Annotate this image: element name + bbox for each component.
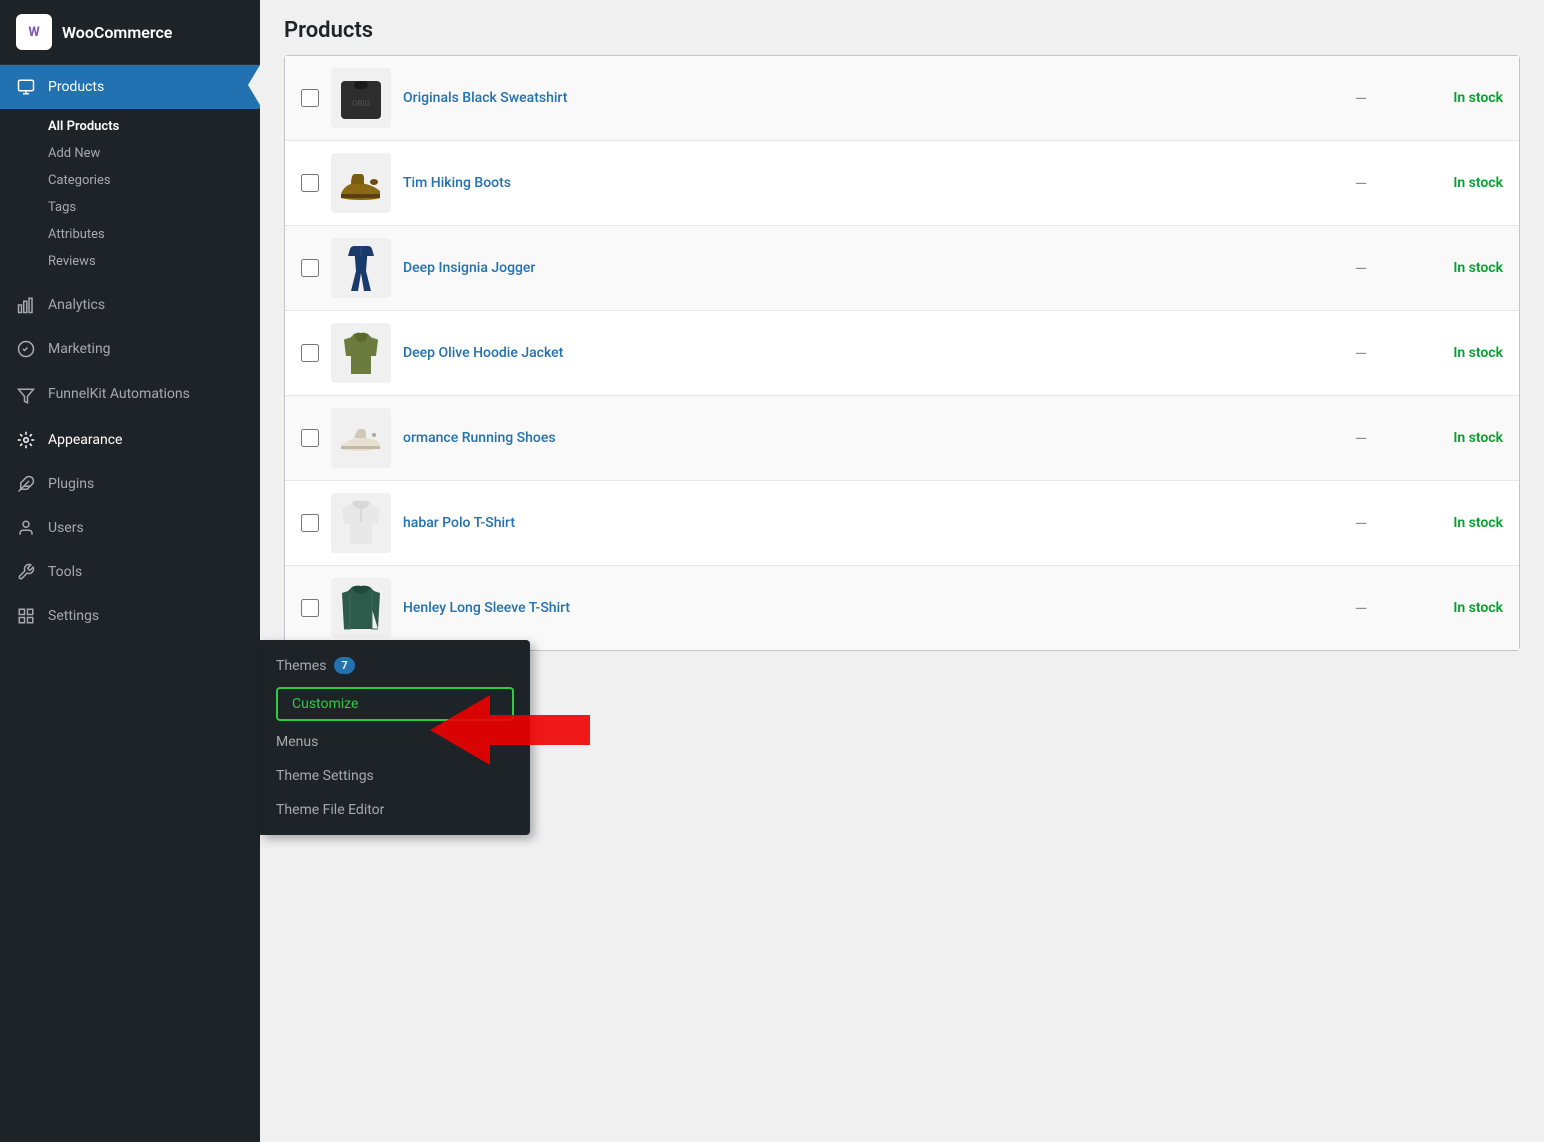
themes-label: Themes xyxy=(276,658,326,674)
sidebar-sub-add-new[interactable]: Add New xyxy=(0,140,260,167)
red-arrow-indicator xyxy=(430,695,590,769)
product-status-6: In stock xyxy=(1403,515,1503,531)
product-price-3: — xyxy=(1331,259,1391,278)
product-checkbox-2[interactable] xyxy=(301,174,319,192)
sidebar-item-funnelkit[interactable]: FunnelKit Automations xyxy=(0,371,260,418)
plugins-icon xyxy=(16,474,36,494)
sidebar-sub-all-products[interactable]: All Products xyxy=(0,113,260,140)
sidebar-analytics-label: Analytics xyxy=(48,297,105,313)
appearance-icon xyxy=(16,430,36,450)
product-status-3: In stock xyxy=(1403,260,1503,276)
sidebar-item-settings[interactable]: Settings xyxy=(0,594,260,638)
funnelkit-icon xyxy=(16,386,36,406)
sidebar-logo[interactable]: W WooCommerce xyxy=(0,0,260,65)
product-checkbox-6[interactable] xyxy=(301,514,319,532)
table-row: Deep Insignia Jogger — In stock xyxy=(285,226,1519,311)
product-image-2 xyxy=(331,153,391,213)
product-checkbox-5[interactable] xyxy=(301,429,319,447)
product-status-1: In stock xyxy=(1403,90,1503,106)
product-price-4: — xyxy=(1331,344,1391,363)
sidebar-users-label: Users xyxy=(48,520,84,536)
products-table: ORIG Originals Black Sweatshirt — In sto… xyxy=(284,55,1520,651)
sidebar-sub-tags[interactable]: Tags xyxy=(0,194,260,221)
sidebar-item-plugins[interactable]: Plugins xyxy=(0,462,260,506)
product-checkbox-4[interactable] xyxy=(301,344,319,362)
product-image-3 xyxy=(331,238,391,298)
table-row: Deep Olive Hoodie Jacket — In stock xyxy=(285,311,1519,396)
table-row: Henley Long Sleeve T-Shirt — In stock xyxy=(285,566,1519,650)
tools-icon xyxy=(16,562,36,582)
submenu-theme-file-editor[interactable]: Theme File Editor xyxy=(260,793,530,827)
sidebar-item-analytics[interactable]: Analytics xyxy=(0,283,260,327)
sidebar-item-appearance[interactable]: Appearance xyxy=(0,418,260,462)
product-name-2[interactable]: Tim Hiking Boots xyxy=(403,175,1319,191)
analytics-icon xyxy=(16,295,36,315)
main-header: Products xyxy=(260,0,1544,55)
product-status-2: In stock xyxy=(1403,175,1503,191)
product-price-1: — xyxy=(1331,89,1391,108)
table-row: Tim Hiking Boots — In stock xyxy=(285,141,1519,226)
sidebar-products-label: Products xyxy=(48,79,104,95)
product-checkbox-7[interactable] xyxy=(301,599,319,617)
sidebar-marketing-label: Marketing xyxy=(48,341,111,357)
users-icon xyxy=(16,518,36,538)
product-image-1: ORIG xyxy=(331,68,391,128)
settings-icon xyxy=(16,606,36,626)
customize-label: Customize xyxy=(292,696,358,712)
product-name-5[interactable]: ormance Running Shoes xyxy=(403,430,1319,446)
svg-text:ORIG: ORIG xyxy=(352,99,370,108)
app-name: WooCommerce xyxy=(62,23,172,42)
sidebar-item-users[interactable]: Users xyxy=(0,506,260,550)
sidebar-sub-attributes[interactable]: Attributes xyxy=(0,221,260,248)
product-image-5 xyxy=(331,408,391,468)
marketing-icon xyxy=(16,339,36,359)
product-price-2: — xyxy=(1331,174,1391,193)
main-content: Products ORIG Originals Black Sweatshirt… xyxy=(260,0,1544,1142)
sidebar-settings-label: Settings xyxy=(48,608,99,624)
product-name-1[interactable]: Originals Black Sweatshirt xyxy=(403,90,1319,106)
sidebar-appearance-label: Appearance xyxy=(48,432,122,448)
sidebar-item-marketing[interactable]: Marketing xyxy=(0,327,260,371)
product-checkbox-3[interactable] xyxy=(301,259,319,277)
product-image-4 xyxy=(331,323,391,383)
table-row: ormance Running Shoes — In stock xyxy=(285,396,1519,481)
submenu-themes[interactable]: Themes 7 xyxy=(260,648,530,683)
product-name-4[interactable]: Deep Olive Hoodie Jacket xyxy=(403,345,1319,361)
table-row: ORIG Originals Black Sweatshirt — In sto… xyxy=(285,56,1519,141)
product-price-6: — xyxy=(1331,514,1391,533)
woo-logo-icon: W xyxy=(16,14,52,50)
product-status-5: In stock xyxy=(1403,430,1503,446)
page-title: Products xyxy=(284,18,1520,43)
product-price-5: — xyxy=(1331,429,1391,448)
product-status-4: In stock xyxy=(1403,345,1503,361)
themes-badge: 7 xyxy=(334,657,354,674)
sidebar-funnelkit-label: FunnelKit Automations xyxy=(48,385,190,403)
theme-file-editor-label: Theme File Editor xyxy=(276,802,384,818)
sidebar-sub-categories[interactable]: Categories xyxy=(0,167,260,194)
product-name-3[interactable]: Deep Insignia Jogger xyxy=(403,260,1319,276)
sidebar-sub-reviews[interactable]: Reviews xyxy=(0,248,260,275)
sidebar-item-tools[interactable]: Tools xyxy=(0,550,260,594)
product-status-7: In stock xyxy=(1403,600,1503,616)
product-image-6 xyxy=(331,493,391,553)
product-image-7 xyxy=(331,578,391,638)
menus-label: Menus xyxy=(276,734,318,750)
sidebar-tools-label: Tools xyxy=(48,564,82,580)
product-checkbox-1[interactable] xyxy=(301,89,319,107)
sidebar: W WooCommerce Products All Products Add … xyxy=(0,0,260,1142)
product-name-6[interactable]: habar Polo T-Shirt xyxy=(403,515,1319,531)
product-price-7: — xyxy=(1331,599,1391,618)
table-row: habar Polo T-Shirt — In stock xyxy=(285,481,1519,566)
theme-settings-label: Theme Settings xyxy=(276,768,374,784)
product-name-7[interactable]: Henley Long Sleeve T-Shirt xyxy=(403,600,1319,616)
products-submenu: All Products Add New Categories Tags Att… xyxy=(0,109,260,283)
products-icon xyxy=(16,77,36,97)
sidebar-item-products[interactable]: Products xyxy=(0,65,260,109)
sidebar-plugins-label: Plugins xyxy=(48,476,94,492)
